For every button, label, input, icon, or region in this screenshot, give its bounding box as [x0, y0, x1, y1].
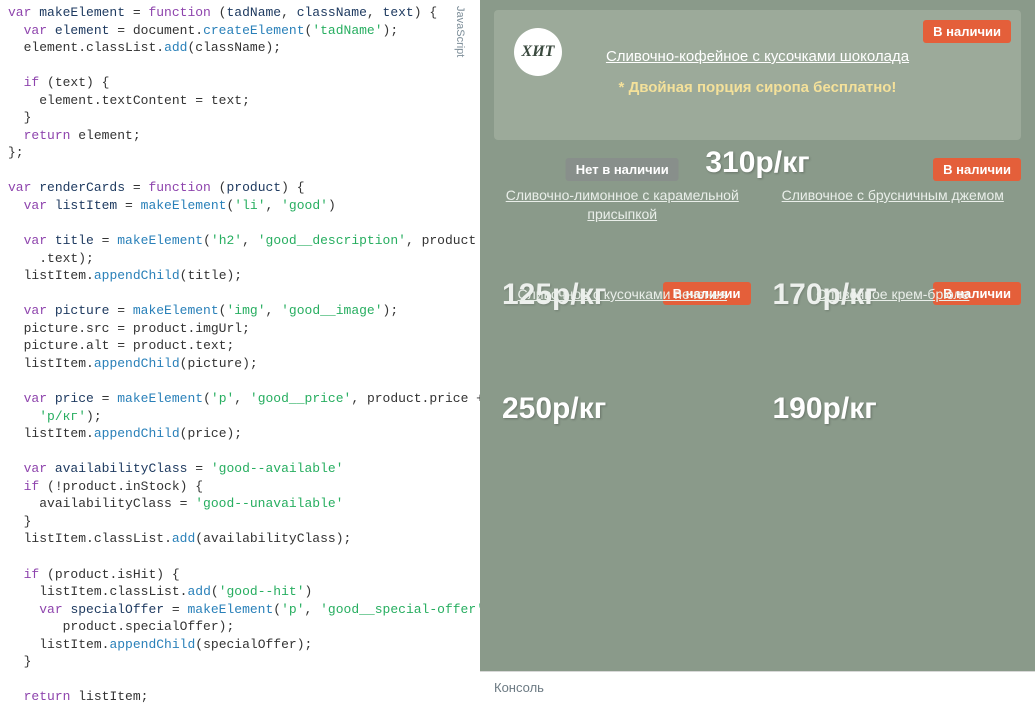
code-line[interactable]: listItem.appendChild(picture);	[8, 355, 472, 373]
code-lines[interactable]: var makeElement = function (tadName, cla…	[8, 4, 472, 703]
stock-badge: В наличии	[923, 20, 1011, 43]
product-card: В наличии 125р/кг Сливочное с кусочками …	[494, 282, 751, 352]
product-title: Сливочно-лимонное с карамельной присыпко…	[494, 186, 751, 224]
console-bar[interactable]: Консоль	[480, 671, 1035, 703]
product-title: Сливочно-кофейное с кусочками шоколада	[514, 46, 1001, 67]
code-line[interactable]: picture.alt = product.text;	[8, 337, 472, 355]
code-line[interactable]: product.specialOffer);	[8, 618, 472, 636]
product-title: Сливочное с кусочками печенья	[494, 285, 751, 304]
code-line[interactable]: var listItem = makeElement('li', 'good')	[8, 197, 472, 215]
code-line[interactable]: availabilityClass = 'good--unavailable'	[8, 495, 472, 513]
code-line[interactable]: element.textContent = text;	[8, 92, 472, 110]
code-line[interactable]: var price = makeElement('p', 'good__pric…	[8, 390, 472, 408]
product-card: Нет в наличии Сливочно-лимонное с караме…	[494, 158, 751, 278]
code-line[interactable]: var element = document.createElement('ta…	[8, 22, 472, 40]
hit-card: ХИТ В наличии Сливочно-кофейное с кусочк…	[494, 10, 1021, 140]
stock-badge: В наличии	[933, 158, 1021, 181]
code-line[interactable]: if (text) {	[8, 74, 472, 92]
code-line[interactable]	[8, 548, 472, 566]
code-editor[interactable]: JavaScript var makeElement = function (t…	[0, 0, 480, 703]
stock-badge: Нет в наличии	[566, 158, 679, 181]
code-line[interactable]: picture.src = product.imgUrl;	[8, 320, 472, 338]
code-line[interactable]: };	[8, 144, 472, 162]
code-line[interactable]: if (!product.inStock) {	[8, 478, 472, 496]
code-line[interactable]: }	[8, 109, 472, 127]
code-line[interactable]	[8, 215, 472, 233]
code-line[interactable]: var title = makeElement('h2', 'good__des…	[8, 232, 472, 250]
code-line[interactable]: var picture = makeElement('img', 'good__…	[8, 302, 472, 320]
code-line[interactable]: var makeElement = function (tadName, cla…	[8, 4, 472, 22]
special-offer: Двойная порция сиропа бесплатно!	[514, 77, 1001, 98]
code-line[interactable]	[8, 372, 472, 390]
code-line[interactable]: .text);	[8, 250, 472, 268]
code-line[interactable]: listItem.appendChild(specialOffer);	[8, 636, 472, 654]
language-label: JavaScript	[454, 6, 466, 57]
product-card: В наличии 170р/кг Сливочное крем-брюле	[765, 282, 1022, 352]
product-price: 250р/кг	[494, 392, 751, 426]
code-line[interactable]: listItem.appendChild(title);	[8, 267, 472, 285]
code-line[interactable]: listItem.classList.add(availabilityClass…	[8, 530, 472, 548]
product-title: Сливочное с брусничным джемом	[765, 186, 1022, 205]
code-line[interactable]: listItem.classList.add('good--hit')	[8, 583, 472, 601]
code-line[interactable]: var availabilityClass = 'good--available…	[8, 460, 472, 478]
product-title: Сливочное крем-брюле	[765, 285, 1022, 304]
code-line[interactable]	[8, 162, 472, 180]
product-card: В наличии Сливочное с брусничным джемом	[765, 158, 1022, 278]
code-line[interactable]	[8, 285, 472, 303]
code-line[interactable]: listItem.appendChild(price);	[8, 425, 472, 443]
preview-pane: ХИТ В наличии Сливочно-кофейное с кусочк…	[480, 0, 1035, 703]
code-line[interactable]: return listItem;	[8, 688, 472, 703]
product-price: 190р/кг	[765, 392, 1022, 426]
code-line[interactable]: return element;	[8, 127, 472, 145]
code-line[interactable]: var renderCards = function (product) {	[8, 179, 472, 197]
code-line[interactable]	[8, 57, 472, 75]
preview-content[interactable]: ХИТ В наличии Сливочно-кофейное с кусочк…	[480, 0, 1035, 671]
code-line[interactable]: }	[8, 513, 472, 531]
code-line[interactable]: element.classList.add(className);	[8, 39, 472, 57]
code-line[interactable]: var specialOffer = makeElement('p', 'goo…	[8, 601, 472, 619]
code-line[interactable]	[8, 671, 472, 689]
code-line[interactable]: if (product.isHit) {	[8, 566, 472, 584]
code-line[interactable]: 'р/кг');	[8, 408, 472, 426]
code-line[interactable]: }	[8, 653, 472, 671]
code-line[interactable]	[8, 443, 472, 461]
